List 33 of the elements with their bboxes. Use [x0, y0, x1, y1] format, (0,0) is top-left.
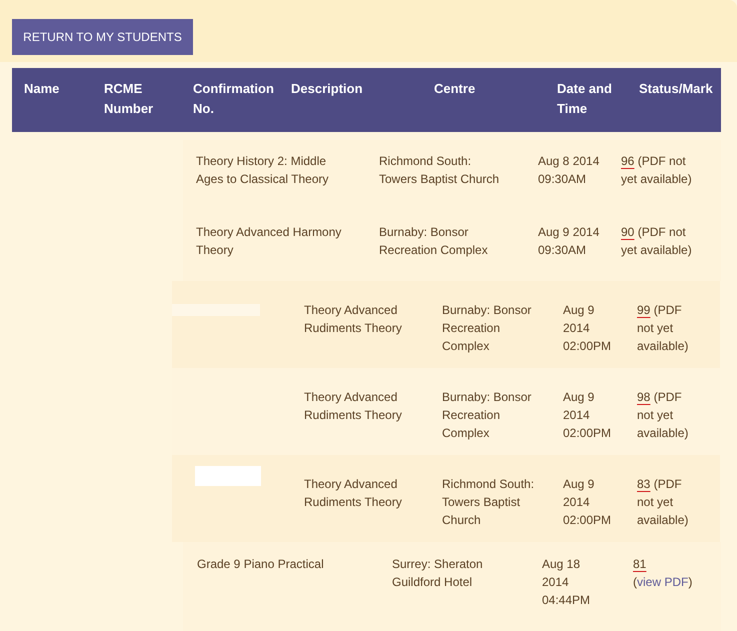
- table-cell-text: Aug 9 2014 09:30AM: [538, 224, 600, 259]
- table-cell-text: Theory Advanced Rudiments Theory: [304, 302, 403, 337]
- table-cell-text: Grade 9 Piano Practical: [197, 556, 325, 573]
- table-cell-text: Aug 18 2014 04:44PM: [542, 556, 592, 609]
- status-text: 81 (view PDF): [633, 556, 693, 591]
- column-header: Description: [291, 80, 363, 98]
- status-text: 98 (PDF not yet available): [637, 389, 690, 442]
- table-cell-text: Richmond South: Towers Baptist Church: [379, 153, 500, 188]
- return-button[interactable]: RETURN TO MY STUDENTS: [12, 19, 193, 55]
- column-header: Date and Time: [557, 80, 613, 118]
- view-pdf-link[interactable]: view PDF: [637, 575, 688, 589]
- column-header: Status/Mark: [639, 80, 713, 98]
- status-text: 83 (PDF not yet available): [637, 476, 690, 529]
- table-cell-text: Theory Advanced Rudiments Theory: [304, 476, 403, 511]
- status-text: 96 (PDF not yet available): [621, 153, 693, 188]
- table-cell-text: Aug 8 2014 09:30AM: [538, 153, 600, 188]
- column-header: Centre: [434, 80, 476, 98]
- table-cell-text: Burnaby: Bonsor Recreation Complex: [442, 302, 532, 355]
- table-cell-text: Aug 9 2014 02:00PM: [563, 302, 612, 355]
- table-cell-text: Theory Advanced Harmony Theory: [196, 224, 342, 259]
- table-cell-text: Burnaby: Bonsor Recreation Complex: [442, 389, 532, 442]
- status-text: 90 (PDF not yet available): [621, 224, 693, 259]
- table-cell-text: Richmond South: Towers Baptist Church: [442, 476, 536, 529]
- table-cell-text: Surrey: Sheraton Guildford Hotel: [392, 556, 484, 591]
- table-cell-text: Theory Advanced Rudiments Theory: [304, 389, 403, 424]
- table-cell-text: Aug 9 2014 02:00PM: [563, 476, 612, 529]
- table-cell-text: Burnaby: Bonsor Recreation Complex: [379, 224, 489, 259]
- column-header: Name: [24, 80, 60, 98]
- status-text: 99 (PDF not yet available): [637, 302, 690, 355]
- column-header: Confirmation No.: [193, 80, 275, 118]
- table-cell-text: Theory History 2: Middle Ages to Classical Theory: [196, 153, 330, 188]
- table-cell-text: Aug 9 2014 02:00PM: [563, 389, 612, 442]
- column-header: RCME Number: [104, 80, 154, 118]
